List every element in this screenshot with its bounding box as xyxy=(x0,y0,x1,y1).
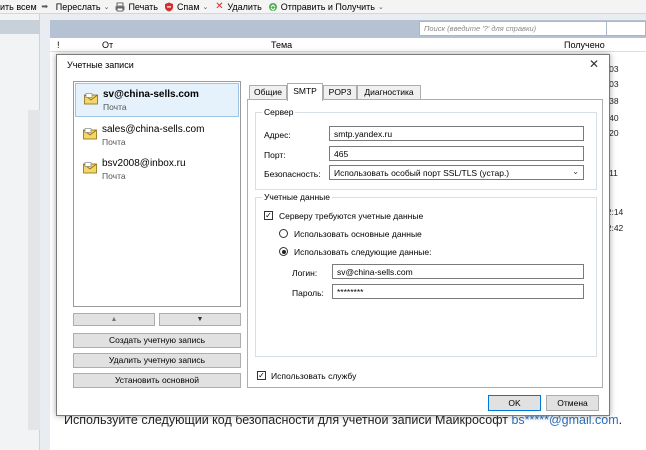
message-list-header: ! От Тема Получено xyxy=(50,38,646,52)
account-item[interactable]: sv@china-sells.com Почта xyxy=(75,83,239,117)
search-button[interactable] xyxy=(607,21,646,36)
use-following-radio[interactable] xyxy=(279,247,288,256)
main-toolbar: ить всем ➡ Переслать ⌄ Печать Спам ⌄ ✕ У… xyxy=(0,0,646,14)
accounts-list[interactable]: sv@china-sells.com Почта sales@china-sel… xyxy=(73,81,241,307)
tab-diagnostics[interactable]: Диагностика xyxy=(357,85,421,100)
delete-account-button[interactable]: Удалить учетную запись xyxy=(73,353,241,368)
accounts-dialog: Учетные записи ✕ sv@china-sells.com Почт… xyxy=(56,54,610,416)
security-label: Безопасность: xyxy=(264,169,321,179)
chevron-down-icon[interactable]: ⌄ xyxy=(378,3,384,11)
flag-column-header[interactable]: ! xyxy=(57,40,60,50)
use-service-label[interactable]: Использовать службу xyxy=(271,371,356,381)
toolbar-item-label: Удалить xyxy=(227,1,262,12)
toolbar-item-label: Отправить и Получить xyxy=(280,1,375,12)
reply-all-button[interactable]: ить всем ➡ xyxy=(0,2,50,12)
close-icon[interactable]: ✕ xyxy=(589,57,599,71)
toolbar-item-label: Спам xyxy=(176,1,200,12)
forward-icon: ➡ xyxy=(41,1,49,11)
account-name: sv@china-sells.com xyxy=(103,89,199,100)
account-name: bsv2008@inbox.ru xyxy=(102,158,186,169)
received-column-header[interactable]: Получено xyxy=(564,40,605,50)
folder-pane-header xyxy=(0,20,40,34)
search-input[interactable]: Поиск (введите '?' для справки) xyxy=(419,21,607,36)
account-type: Почта xyxy=(102,171,126,181)
account-type: Почта xyxy=(102,137,126,147)
server-group-label: Сервер xyxy=(262,107,296,117)
port-field[interactable]: 465 xyxy=(329,146,584,161)
spam-button[interactable]: Спам ⌄ xyxy=(164,2,208,12)
dialog-title: Учетные записи xyxy=(67,60,134,70)
delete-icon: ✕ xyxy=(215,0,224,12)
subject-column-header[interactable]: Тема xyxy=(271,40,292,50)
security-select[interactable]: Использовать особый порт SSL/TLS (устар.… xyxy=(329,165,584,180)
body-trail: . xyxy=(618,413,623,427)
toolbar-item-label: Печать xyxy=(128,1,158,12)
mail-account-icon xyxy=(83,162,97,174)
login-field[interactable]: sv@china-sells.com xyxy=(332,264,584,279)
port-label: Порт: xyxy=(264,150,286,160)
address-label: Адрес: xyxy=(264,130,291,140)
create-account-button[interactable]: Создать учетную запись xyxy=(73,333,241,348)
login-label: Логин: xyxy=(292,268,318,278)
chevron-down-icon[interactable]: ⌄ xyxy=(203,3,209,11)
spam-icon xyxy=(164,2,174,12)
tab-pop3[interactable]: POP3 xyxy=(323,85,357,100)
use-main-radio[interactable] xyxy=(279,229,288,238)
send-receive-icon xyxy=(268,2,278,12)
password-label: Пароль: xyxy=(292,288,324,298)
smtp-panel: Сервер Адрес: smtp.yandex.ru Порт: 465 Б… xyxy=(247,99,603,388)
from-column-header[interactable]: От xyxy=(102,40,113,50)
security-select-value: Использовать особый порт SSL/TLS (устар.… xyxy=(334,168,510,178)
delete-button[interactable]: ✕ Удалить xyxy=(214,0,262,12)
account-type: Почта xyxy=(103,102,127,112)
move-down-button[interactable]: ▼ xyxy=(159,313,241,326)
password-field[interactable]: ******** xyxy=(332,284,584,299)
requires-auth-checkbox[interactable]: ✓ xyxy=(264,211,273,220)
toolbar-item-label: ить всем xyxy=(0,1,37,12)
send-receive-button[interactable]: Отправить и Получить ⌄ xyxy=(268,2,384,12)
set-default-button[interactable]: Установить основной xyxy=(73,373,241,388)
account-name: sales@china-sells.com xyxy=(102,124,205,135)
use-main-label[interactable]: Использовать основные данные xyxy=(294,229,422,239)
chevron-down-icon: ⌄ xyxy=(572,167,579,176)
forward-button[interactable]: Переслать ⌄ xyxy=(56,2,110,12)
ok-button[interactable]: OK xyxy=(488,395,541,411)
print-button[interactable]: Печать xyxy=(115,1,158,12)
folder-pane-scrollbar[interactable] xyxy=(28,110,40,430)
use-following-label[interactable]: Использовать следующие данные: xyxy=(294,247,432,257)
use-service-checkbox[interactable]: ✓ xyxy=(257,371,266,380)
cancel-button[interactable]: Отмена xyxy=(546,395,599,411)
toolbar-item-label: Переслать xyxy=(55,1,101,12)
mail-account-icon xyxy=(83,128,97,140)
tab-smtp[interactable]: SMTP xyxy=(287,83,323,101)
tab-general[interactable]: Общие xyxy=(249,85,287,100)
move-up-button[interactable]: ▲ xyxy=(73,313,155,326)
account-item[interactable]: bsv2008@inbox.ru Почта xyxy=(75,153,239,187)
requires-auth-label[interactable]: Серверу требуются учетные данные xyxy=(279,211,423,221)
address-field[interactable]: smtp.yandex.ru xyxy=(329,126,584,141)
print-icon xyxy=(115,2,125,12)
chevron-down-icon[interactable]: ⌄ xyxy=(104,3,110,11)
mail-account-icon xyxy=(84,93,98,105)
credentials-group-label: Учетные данные xyxy=(262,192,332,202)
account-item[interactable]: sales@china-sells.com Почта xyxy=(75,119,239,153)
